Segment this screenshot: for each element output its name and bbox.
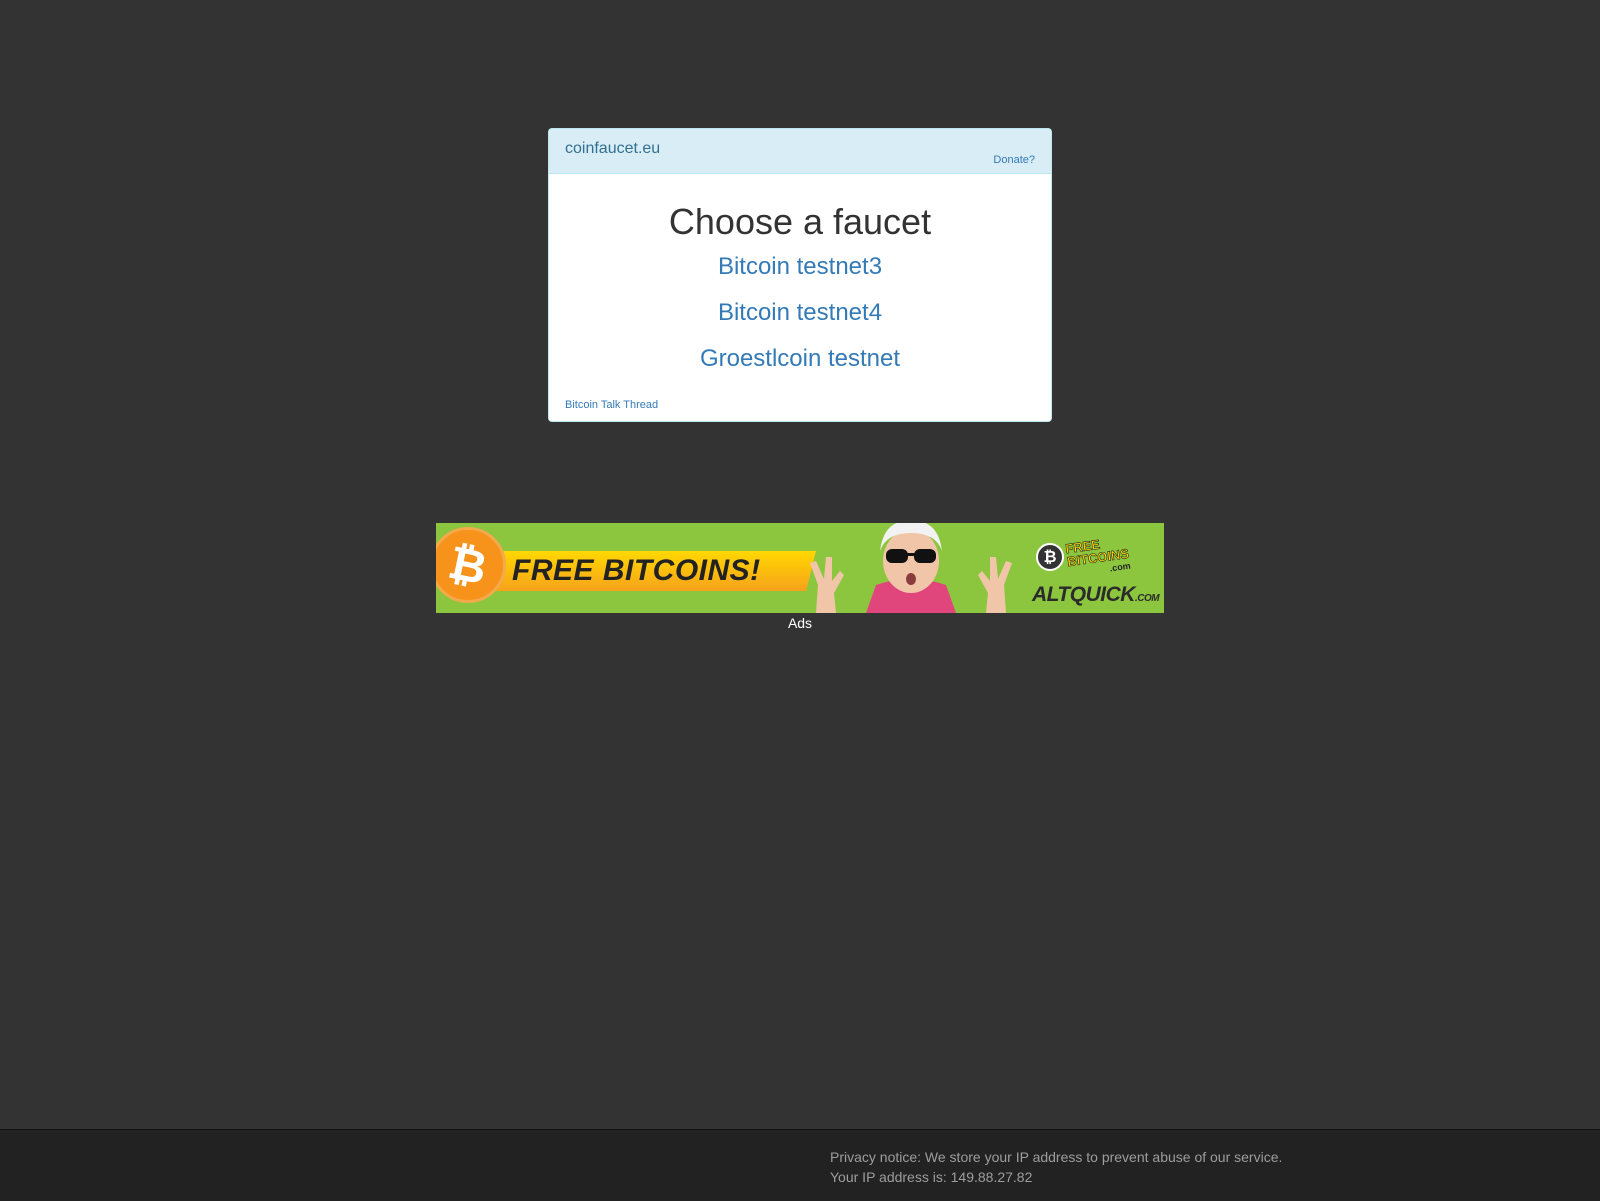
free-bitcoins-logo-text: FREE BITCOINS .com [1064, 536, 1132, 573]
faucet-link-bitcoin-testnet3[interactable]: Bitcoin testnet3 [549, 254, 1051, 280]
bitcoin-logo-icon: ₿ [436, 527, 506, 603]
page-title: Choose a faucet [668, 201, 932, 242]
bitcoin-talk-thread-link[interactable]: Bitcoin Talk Thread [565, 399, 658, 411]
brand-link[interactable]: coinfaucet.eu [565, 140, 660, 158]
bitcoin-symbol: ₿ [444, 534, 492, 596]
ip-address-text: Your IP address is: 149.88.27.82 [830, 1169, 1033, 1185]
free-bitcoins-ribbon: FREE BITCOINS! [486, 551, 816, 591]
faucet-link-groestlcoin-testnet[interactable]: Groestlcoin testnet [549, 346, 1051, 372]
faucet-link-bitcoin-testnet4[interactable]: Bitcoin testnet4 [549, 300, 1051, 326]
panel-body: Choose a faucet Bitcoin testnet3 Bitcoin… [549, 202, 1051, 372]
footer-text: Privacy notice: We store your IP address… [830, 1147, 1282, 1187]
faucet-list: Bitcoin testnet3 Bitcoin testnet4 Groest… [549, 254, 1051, 372]
ad-banner[interactable]: ₿ FREE BITCOINS! ₿ FREE BITCOINS .com AL… [436, 523, 1164, 613]
free-bitcoins-logo: ₿ FREE BITCOINS .com [1036, 536, 1140, 575]
ads-caption: Ads [787, 615, 813, 631]
panel-heading: coinfaucet.eu Donate? [549, 129, 1051, 174]
bitcoin-coin-icon: ₿ [1036, 543, 1064, 571]
altquick-logo: ALTQUICK.COM [1032, 583, 1160, 606]
faucet-panel: coinfaucet.eu Donate? Choose a faucet Bi… [548, 128, 1052, 422]
ad-headline: FREE BITCOINS! [512, 554, 761, 587]
granny-photo-icon [810, 523, 1012, 613]
privacy-notice: Privacy notice: We store your IP address… [830, 1149, 1283, 1165]
donate-link[interactable]: Donate? [993, 154, 1035, 166]
footer: Privacy notice: We store your IP address… [0, 1129, 1600, 1201]
